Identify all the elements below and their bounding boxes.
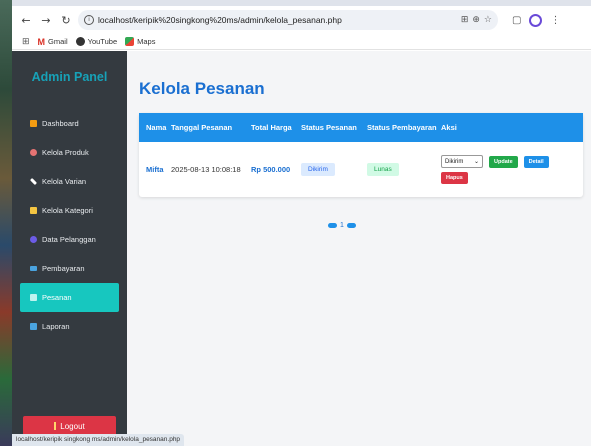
translate-icon[interactable]: ⊞	[461, 15, 469, 25]
browser-toolbar: ← → ↻ i localhost/keripik%20singkong%20m…	[12, 6, 591, 34]
cell-status-pesanan: Dikirim	[301, 163, 367, 176]
gmail-icon: M	[37, 36, 46, 47]
status-select[interactable]: Dikirim ⌄	[441, 155, 483, 168]
bookmark-label: Maps	[137, 37, 156, 46]
browser-menu-icon[interactable]: ⋮	[550, 15, 560, 26]
browser-window: ← → ↻ i localhost/keripik%20singkong%20m…	[12, 0, 591, 446]
bookmark-label: YouTube	[87, 37, 118, 46]
select-value: Dikirim	[445, 158, 464, 165]
admin-app: Admin Panel Dashboard Kelola Produk Kelo…	[12, 51, 591, 446]
logout-button[interactable]: Logout	[23, 416, 116, 436]
zoom-icon[interactable]: ⊕	[472, 15, 480, 25]
cell-status-pembayaran: Lunas	[367, 163, 441, 176]
desktop-background	[0, 0, 12, 446]
bookmark-maps[interactable]: Maps	[125, 37, 155, 46]
column-header-status-pesanan: Status Pesanan	[301, 123, 357, 132]
sidebar-item-laporan[interactable]: Laporan	[20, 312, 119, 341]
column-header-aksi: Aksi	[441, 123, 457, 132]
sidebar-menu: Dashboard Kelola Produk Kelola Varian Ke…	[12, 109, 127, 341]
sidebar-item-label: Kelola Varian	[42, 177, 87, 186]
column-header-tanggal: Tanggal Pesanan	[171, 123, 233, 132]
bookmark-label: Gmail	[48, 37, 68, 46]
apps-grid-icon[interactable]: ⊞	[22, 36, 30, 47]
column-header-status-pembayaran: Status Pembayaran	[367, 123, 437, 132]
home-icon	[30, 120, 37, 127]
next-page-button[interactable]	[346, 223, 356, 228]
sidebar-item-label: Pembayaran	[42, 264, 85, 273]
back-icon[interactable]: ←	[18, 12, 34, 28]
cart-icon	[30, 294, 37, 301]
bookmark-youtube[interactable]: YouTube	[75, 37, 118, 46]
pagination: 1	[328, 222, 356, 229]
sidebar-item-label: Dashboard	[42, 119, 79, 128]
reload-icon[interactable]: ↻	[58, 12, 74, 28]
bookmark-gmail[interactable]: M Gmail	[38, 37, 68, 47]
table-row: Mifta 2025-08-13 10:08:18 Rp 500.000 Dik…	[139, 142, 583, 197]
status-bar-url: localhost/keripik singkong ms/admin/kelo…	[12, 434, 185, 446]
orders-table: Nama Tanggal Pesanan Total Harga Status …	[139, 113, 583, 197]
users-icon	[30, 236, 37, 243]
sidebar-item-kelola-varian[interactable]: Kelola Varian	[20, 167, 119, 196]
cell-tanggal: 2025-08-13 10:08:18	[171, 165, 241, 174]
logout-icon	[54, 422, 57, 430]
update-button[interactable]: Update	[489, 155, 518, 168]
site-info-icon[interactable]: i	[84, 15, 94, 25]
product-icon	[30, 149, 37, 156]
youtube-icon	[75, 37, 85, 46]
address-url[interactable]: localhost/keripik%20singkong%20ms/admin/…	[98, 15, 457, 25]
chart-icon	[30, 323, 37, 330]
column-header-nama: Nama	[146, 123, 167, 132]
credit-card-icon	[30, 266, 37, 271]
maps-icon	[125, 37, 135, 46]
table-header: Nama Tanggal Pesanan Total Harga Status …	[139, 113, 583, 142]
chevron-down-icon: ⌄	[473, 159, 479, 165]
page-number[interactable]: 1	[340, 222, 344, 229]
sidebar-item-label: Kelola Kategori	[42, 206, 93, 215]
sidebar-item-dashboard[interactable]: Dashboard	[20, 109, 119, 138]
sidebar: Admin Panel Dashboard Kelola Produk Kelo…	[12, 51, 127, 446]
forward-icon[interactable]: →	[38, 12, 54, 28]
sidebar-item-pembayaran[interactable]: Pembayaran	[20, 254, 119, 283]
bookmark-star-icon[interactable]: ☆	[484, 15, 492, 25]
main-content: Kelola Pesanan Nama Tanggal Pesanan Tota…	[127, 51, 591, 446]
cell-total: Rp 500.000	[251, 165, 291, 174]
folder-icon	[30, 207, 37, 214]
address-bar[interactable]: i localhost/keripik%20singkong%20ms/admi…	[78, 10, 498, 30]
sidebar-item-kelola-produk[interactable]: Kelola Produk	[20, 138, 119, 167]
bookmarks-bar: ⊞ M Gmail YouTube Maps	[12, 34, 591, 50]
sidebar-item-kelola-kategori[interactable]: Kelola Kategori	[20, 196, 119, 225]
sidebar-item-label: Pesanan	[42, 293, 72, 302]
page-title: Kelola Pesanan	[139, 79, 265, 98]
hapus-button[interactable]: Hapus	[441, 172, 468, 184]
extensions-icon[interactable]: ▢	[512, 15, 521, 26]
logout-label: Logout	[60, 421, 85, 431]
sidebar-item-label: Laporan	[42, 322, 70, 331]
status-badge: Dikirim	[301, 163, 335, 176]
profile-avatar-icon[interactable]	[529, 13, 543, 27]
sidebar-item-label: Data Pelanggan	[42, 235, 96, 244]
cell-aksi: Dikirim ⌄ Update Detail Hapus	[441, 155, 583, 184]
sidebar-item-pesanan[interactable]: Pesanan	[20, 283, 119, 312]
sidebar-item-label: Kelola Produk	[42, 148, 89, 157]
sidebar-item-data-pelanggan[interactable]: Data Pelanggan	[20, 225, 119, 254]
cell-nama: Mifta	[146, 165, 164, 174]
prev-page-button[interactable]	[328, 223, 337, 228]
pencil-icon	[29, 177, 38, 186]
payment-badge: Lunas	[367, 163, 399, 176]
sidebar-title: Admin Panel	[31, 70, 108, 84]
column-header-total: Total Harga	[251, 123, 292, 132]
detail-button[interactable]: Detail	[523, 155, 549, 168]
